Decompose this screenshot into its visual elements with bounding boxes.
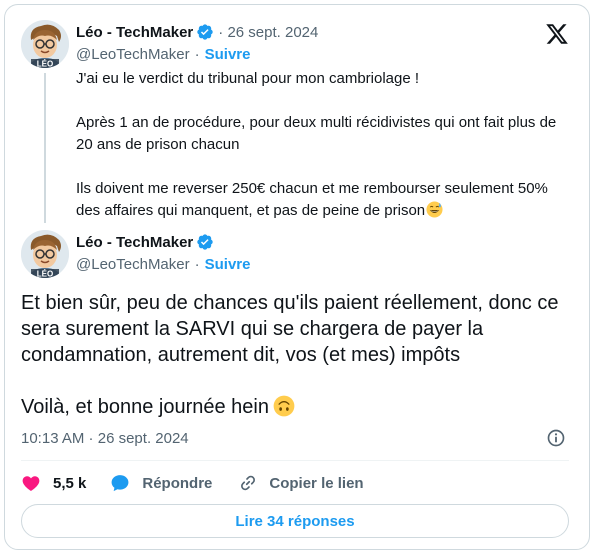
thread-line [44,73,46,223]
quoted-handle-row: @LeoTechMaker · Suivre [76,46,250,63]
quoted-date[interactable]: · 26 sept. 2024 [218,24,318,41]
info-icon[interactable] [546,428,566,448]
avatar[interactable]: LÉO [21,20,69,68]
follow-button[interactable]: Suivre [205,256,251,273]
upside-down-face-emoji-icon [273,395,295,417]
like-button[interactable]: 5,5 k [21,473,86,493]
x-logo-icon[interactable] [545,22,569,46]
author-name[interactable]: Léo - TechMaker [76,234,193,251]
tweet-paragraph: Voilà, et bonne journée hein [21,394,577,420]
author-name[interactable]: Léo - TechMaker [76,24,193,41]
like-count: 5,5 k [53,474,87,492]
main-author-row: Léo - TechMaker [76,233,214,251]
tweet-paragraph: Ils doivent me reverser 250€ chacun et m… [76,180,548,219]
quoted-author-row: Léo - TechMaker · 26 sept. 2024 [76,23,318,41]
reply-button[interactable]: Répondre [110,473,212,493]
tweet-timestamp[interactable]: 10:13 AM · 26 sept. 2024 [21,430,189,447]
avatar-text: LÉO [37,270,53,279]
avatar-text: LÉO [37,60,53,69]
avatar[interactable]: LÉO [21,230,69,278]
quoted-tweet-text: J'ai eu le verdict du tribunal pour mon … [76,68,576,222]
copy-link-label: Copier le lien [269,474,364,492]
author-handle[interactable]: @LeoTechMaker [76,256,190,273]
tweet-paragraph: J'ai eu le verdict du tribunal pour mon … [76,70,420,87]
speech-bubble-icon [111,475,129,492]
reply-label: Répondre [142,474,213,492]
verified-badge-icon [197,24,213,40]
main-handle-row: @LeoTechMaker · Suivre [76,256,250,273]
follow-button[interactable]: Suivre [205,46,251,63]
link-icon [241,475,256,491]
action-bar: 5,5 k Répondre Copier le lien [21,473,364,493]
separator-dot: · [194,256,200,273]
verified-badge-icon [197,234,213,250]
tweet-paragraph: Et bien sûr, peu de chances qu'ils paien… [21,292,559,366]
main-tweet-text: Et bien sûr, peu de chances qu'ils paien… [21,290,577,420]
heart-icon [22,476,40,491]
separator-dot: · [194,46,200,63]
divider [21,460,569,461]
read-replies-button[interactable]: Lire 34 réponses [21,504,569,538]
author-handle[interactable]: @LeoTechMaker [76,46,190,63]
copy-link-button[interactable]: Copier le lien [238,473,364,493]
grinning-sweat-emoji-icon [426,201,443,218]
tweet-paragraph: Après 1 an de procédure, pour deux multi… [76,114,557,153]
